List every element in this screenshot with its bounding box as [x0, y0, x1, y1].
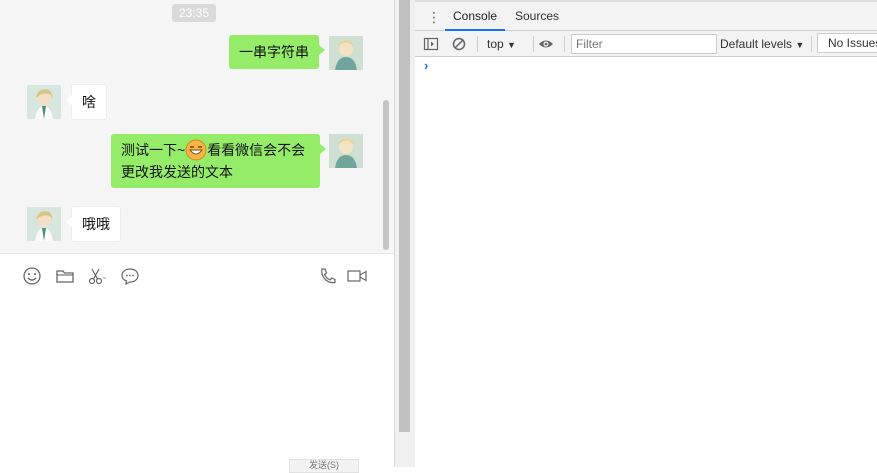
my-avatar[interactable]	[329, 134, 363, 168]
message-text: 一串字符串	[239, 44, 309, 60]
chat-panel: 23:35 一串字符串 啥 测试一下~ 看看微信会不会更改我发送的文本 哦哦	[0, 0, 394, 473]
chevron-down-icon: ▼	[795, 40, 805, 50]
outgoing-message-bubble[interactable]: 一串字符串	[229, 35, 325, 69]
emoji-icon[interactable]	[22, 266, 42, 286]
console-toolbar: top ▼ Filter Default levels ▼ No Issues	[415, 31, 877, 57]
log-levels-dropdown[interactable]: Default levels ▼	[720, 35, 804, 54]
tab-console[interactable]: Console	[445, 2, 506, 31]
grinning-emoji-icon	[185, 139, 207, 161]
phone-icon[interactable]	[318, 266, 338, 286]
my-avatar[interactable]	[329, 36, 363, 70]
eye-icon[interactable]	[538, 36, 554, 52]
toolbar-divider	[564, 36, 565, 52]
toolbar-divider	[533, 36, 534, 52]
toolbar-divider	[477, 36, 478, 52]
chat-toolbar	[0, 253, 394, 298]
chevron-down-icon: ▼	[507, 40, 516, 50]
issues-button[interactable]: No Issues	[817, 33, 877, 53]
incoming-message-bubble[interactable]: 哦哦	[66, 206, 121, 242]
contact-avatar[interactable]	[27, 207, 61, 241]
send-button[interactable]: 发送(S)	[289, 459, 359, 473]
tab-sources[interactable]: Sources	[507, 2, 567, 31]
show-sidebar-icon[interactable]	[423, 36, 439, 52]
chat-bubble-icon[interactable]	[120, 266, 140, 286]
outgoing-message-bubble[interactable]: 测试一下~ 看看微信会不会更改我发送的文本	[111, 134, 326, 188]
message-text: 哦哦	[82, 216, 110, 232]
devtools-tabbar: ⋮ Console Sources	[415, 0, 877, 31]
clear-console-icon[interactable]	[451, 36, 467, 52]
splitter-scroll-thumb[interactable]	[399, 0, 410, 432]
message-text: 看看微信会不会	[207, 142, 306, 158]
contact-avatar[interactable]	[27, 85, 61, 119]
message-text: 啥	[82, 94, 96, 110]
message-timestamp: 23:35	[172, 4, 216, 22]
video-icon[interactable]	[346, 266, 367, 286]
scissors-icon[interactable]	[87, 266, 107, 286]
levels-label: Default levels	[720, 37, 793, 51]
message-text-line2: 更改我发送的文本	[121, 164, 233, 180]
panel-splitter[interactable]	[394, 0, 416, 467]
devtools-panel: ⋮ Console Sources top ▼ Filter Default l…	[415, 0, 877, 467]
toolbar-divider	[811, 36, 812, 52]
message-list[interactable]: 23:35 一串字符串 啥 测试一下~ 看看微信会不会更改我发送的文本 哦哦	[0, 0, 394, 253]
folder-icon[interactable]	[55, 266, 75, 286]
context-selector[interactable]: top ▼	[487, 35, 516, 53]
message-input[interactable]	[0, 298, 394, 448]
context-label: top	[487, 37, 504, 51]
chat-scrollbar[interactable]	[383, 100, 389, 250]
more-options-icon[interactable]: ⋮	[427, 9, 441, 25]
message-text: 测试一下~	[121, 142, 186, 158]
filter-input[interactable]: Filter	[571, 34, 717, 54]
incoming-message-bubble[interactable]: 啥	[66, 84, 107, 120]
console-prompt[interactable]: ›	[424, 58, 428, 73]
